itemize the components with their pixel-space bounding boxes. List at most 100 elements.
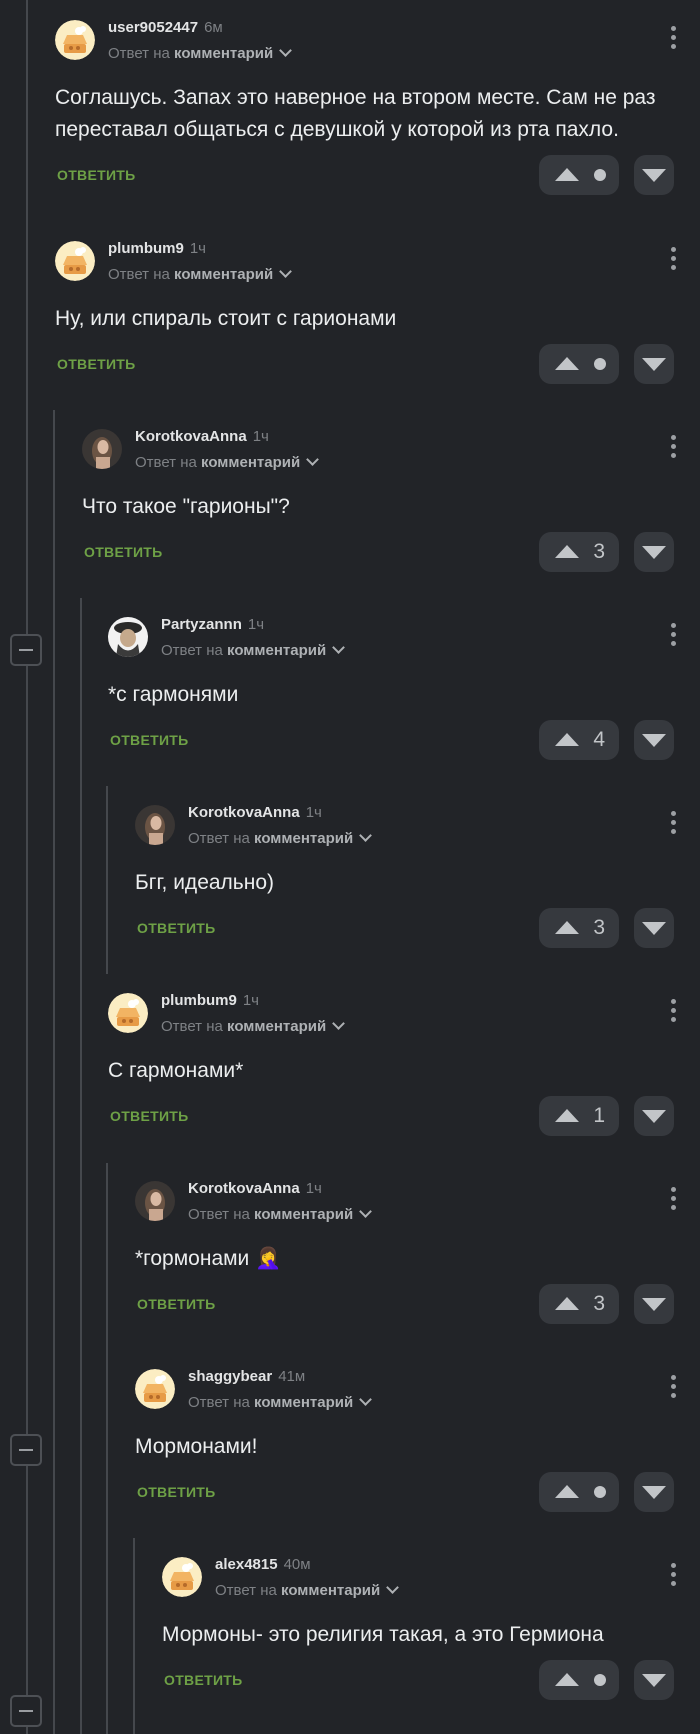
comment-author[interactable]: KorotkovaAnna 1ч	[135, 428, 269, 445]
avatar[interactable]	[55, 20, 95, 60]
more-options-icon[interactable]	[670, 435, 676, 461]
reply-button[interactable]: ОТВЕТИТЬ	[57, 167, 136, 183]
collapse-thread-button[interactable]	[10, 1434, 42, 1466]
upvote-button[interactable]: 1	[539, 1096, 619, 1136]
avatar[interactable]	[135, 1181, 175, 1221]
more-options-icon[interactable]	[670, 623, 676, 649]
avatar[interactable]	[162, 1557, 202, 1597]
more-options-icon[interactable]	[670, 1563, 676, 1589]
comment-author[interactable]: alex4815 40м	[215, 1556, 311, 1573]
reply-button[interactable]: ОТВЕТИТЬ	[137, 1484, 216, 1500]
upvote-button[interactable]: 3	[539, 1284, 619, 1324]
thread-line-6	[133, 1538, 135, 1734]
comment-author[interactable]: Partyzannn 1ч	[161, 616, 264, 633]
reply-to-target[interactable]: комментарий	[201, 454, 300, 471]
more-options-icon[interactable]	[670, 999, 676, 1025]
downvote-button[interactable]	[634, 1096, 674, 1136]
reply-to-target[interactable]: комментарий	[174, 266, 273, 283]
chevron-down-icon[interactable]	[332, 641, 346, 654]
chevron-down-icon[interactable]	[306, 453, 320, 466]
comment-author[interactable]: plumbum9 1ч	[161, 992, 259, 1009]
chevron-down-icon[interactable]	[359, 829, 373, 842]
upvote-button[interactable]	[539, 1472, 619, 1512]
chevron-down-icon[interactable]	[359, 1393, 373, 1406]
downvote-button[interactable]	[634, 720, 674, 760]
chevron-down-icon[interactable]	[332, 1017, 346, 1030]
reply-button[interactable]: ОТВЕТИТЬ	[137, 1296, 216, 1312]
downvote-button[interactable]	[634, 532, 674, 572]
comment-author[interactable]: user9052447 6м	[108, 19, 223, 36]
collapse-thread-button[interactable]	[10, 634, 42, 666]
reply-to-link[interactable]: Ответ на комментарий	[188, 1205, 373, 1223]
author-name[interactable]: shaggybear	[188, 1368, 272, 1385]
reply-button[interactable]: ОТВЕТИТЬ	[164, 1672, 243, 1688]
more-options-icon[interactable]	[670, 1375, 676, 1401]
rating-value: 3	[593, 540, 605, 563]
reply-button[interactable]: ОТВЕТИТЬ	[57, 356, 136, 372]
comment-author[interactable]: shaggybear 41м	[188, 1368, 305, 1385]
avatar[interactable]	[108, 617, 148, 657]
reply-to-target[interactable]: комментарий	[254, 1394, 353, 1411]
reply-to-target[interactable]: комментарий	[281, 1582, 380, 1599]
avatar[interactable]	[108, 993, 148, 1033]
author-name[interactable]: KorotkovaAnna	[188, 804, 300, 821]
avatar[interactable]	[135, 805, 175, 845]
reply-to-target[interactable]: комментарий	[254, 830, 353, 847]
chevron-down-icon[interactable]	[386, 1581, 400, 1594]
comment-author[interactable]: KorotkovaAnna 1ч	[188, 1180, 322, 1197]
more-options-icon[interactable]	[670, 811, 676, 837]
reply-button[interactable]: ОТВЕТИТЬ	[110, 1108, 189, 1124]
upvote-button[interactable]	[539, 155, 619, 195]
avatar[interactable]	[55, 241, 95, 281]
author-name[interactable]: alex4815	[215, 1556, 278, 1573]
upvote-button[interactable]	[539, 344, 619, 384]
reply-to-link[interactable]: Ответ на комментарий	[188, 1393, 373, 1411]
reply-to-target[interactable]: комментарий	[227, 1018, 326, 1035]
upvote-button[interactable]: 4	[539, 720, 619, 760]
downvote-button[interactable]	[634, 1660, 674, 1700]
avatar[interactable]	[135, 1369, 175, 1409]
reply-to-link[interactable]: Ответ на комментарий	[161, 1017, 346, 1035]
downvote-button[interactable]	[634, 1284, 674, 1324]
upvote-button[interactable]: 3	[539, 532, 619, 572]
reply-to-link[interactable]: Ответ на комментарий	[161, 641, 346, 659]
avatar[interactable]	[82, 429, 122, 469]
author-name[interactable]: plumbum9	[108, 240, 184, 257]
upvote-button[interactable]	[539, 1660, 619, 1700]
downvote-button[interactable]	[634, 344, 674, 384]
chevron-down-icon[interactable]	[279, 44, 293, 57]
author-name[interactable]: user9052447	[108, 19, 198, 36]
reply-to-prefix: Ответ на	[108, 266, 170, 283]
author-name[interactable]: Partyzannn	[161, 616, 242, 633]
author-name[interactable]: KorotkovaAnna	[135, 428, 247, 445]
downvote-button[interactable]	[634, 1472, 674, 1512]
more-options-icon[interactable]	[670, 1187, 676, 1213]
comment-author[interactable]: plumbum9 1ч	[108, 240, 206, 257]
comment-time: 1ч	[305, 1180, 322, 1197]
reply-to-link[interactable]: Ответ на комментарий	[188, 829, 373, 847]
reply-to-link[interactable]: Ответ на комментарий	[135, 453, 320, 471]
reply-to-target[interactable]: комментарий	[227, 642, 326, 659]
collapse-thread-button[interactable]	[10, 1695, 42, 1727]
reply-to-prefix: Ответ на	[215, 1582, 277, 1599]
comment-time: 6м	[204, 19, 223, 36]
chevron-down-icon[interactable]	[279, 265, 293, 278]
reply-to-link[interactable]: Ответ на комментарий	[215, 1581, 400, 1599]
reply-to-link[interactable]: Ответ на комментарий	[108, 265, 293, 283]
reply-button[interactable]: ОТВЕТИТЬ	[137, 920, 216, 936]
more-options-icon[interactable]	[670, 247, 676, 273]
upvote-button[interactable]: 3	[539, 908, 619, 948]
author-name[interactable]: plumbum9	[161, 992, 237, 1009]
reply-to-link[interactable]: Ответ на комментарий	[108, 44, 293, 62]
reply-button[interactable]: ОТВЕТИТЬ	[84, 544, 163, 560]
comment-author[interactable]: KorotkovaAnna 1ч	[188, 804, 322, 821]
comment: alex4815 40м Ответ на комментарий Мормоны- …	[162, 1537, 700, 1700]
reply-to-target[interactable]: комментарий	[174, 45, 273, 62]
downvote-button[interactable]	[634, 155, 674, 195]
more-options-icon[interactable]	[670, 26, 676, 52]
chevron-down-icon[interactable]	[359, 1205, 373, 1218]
reply-button[interactable]: ОТВЕТИТЬ	[110, 732, 189, 748]
author-name[interactable]: KorotkovaAnna	[188, 1180, 300, 1197]
downvote-button[interactable]	[634, 908, 674, 948]
reply-to-target[interactable]: комментарий	[254, 1206, 353, 1223]
